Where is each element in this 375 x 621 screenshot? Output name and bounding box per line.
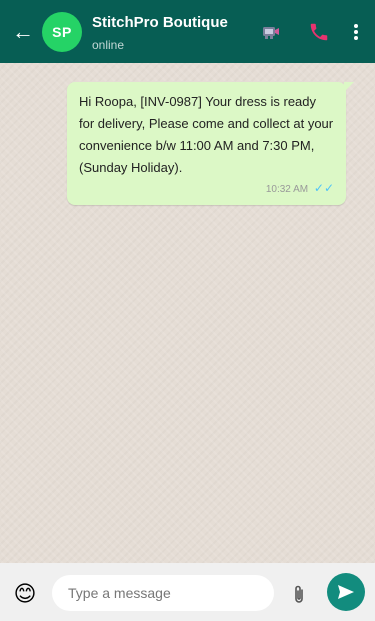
message-composer: 😊 <box>0 563 375 621</box>
message-meta: 10:32 AM ✓✓ <box>79 181 334 197</box>
phone-call-icon[interactable] <box>307 20 331 44</box>
contact-info[interactable]: StitchPro Boutique online <box>92 13 252 54</box>
message-time: 10:32 AM <box>265 184 309 195</box>
send-glyph <box>338 585 354 599</box>
back-arrow-icon[interactable]: ← <box>10 18 36 46</box>
chat-header: ← SP StitchPro Boutique online <box>0 0 375 63</box>
contact-status: online <box>92 38 125 52</box>
paperclip-glyph <box>295 585 303 603</box>
message-list: Hi Roopa, [INV-0987] Your dress is ready… <box>0 63 375 563</box>
paperclip-icon[interactable] <box>289 583 309 607</box>
more-vert-icon[interactable] <box>346 20 366 44</box>
contact-avatar[interactable]: SP <box>42 12 82 52</box>
chat-app: ← SP StitchPro Boutique online Hi Roopa,… <box>0 0 375 621</box>
phone-glyph <box>310 23 328 41</box>
message-text: Hi Roopa, [INV-0987] Your dress is ready… <box>79 94 334 175</box>
emoji-icon[interactable]: 😊 <box>12 581 38 607</box>
contact-name: StitchPro Boutique <box>92 14 228 31</box>
send-icon[interactable] <box>327 573 365 611</box>
video-call-glyph <box>263 27 279 39</box>
video-call-icon[interactable] <box>259 20 283 44</box>
more-vert-glyph <box>354 24 358 40</box>
outgoing-message-bubble[interactable]: Hi Roopa, [INV-0987] Your dress is ready… <box>67 82 354 205</box>
read-ticks-icon: ✓✓ <box>313 181 334 195</box>
message-input[interactable] <box>52 575 274 611</box>
